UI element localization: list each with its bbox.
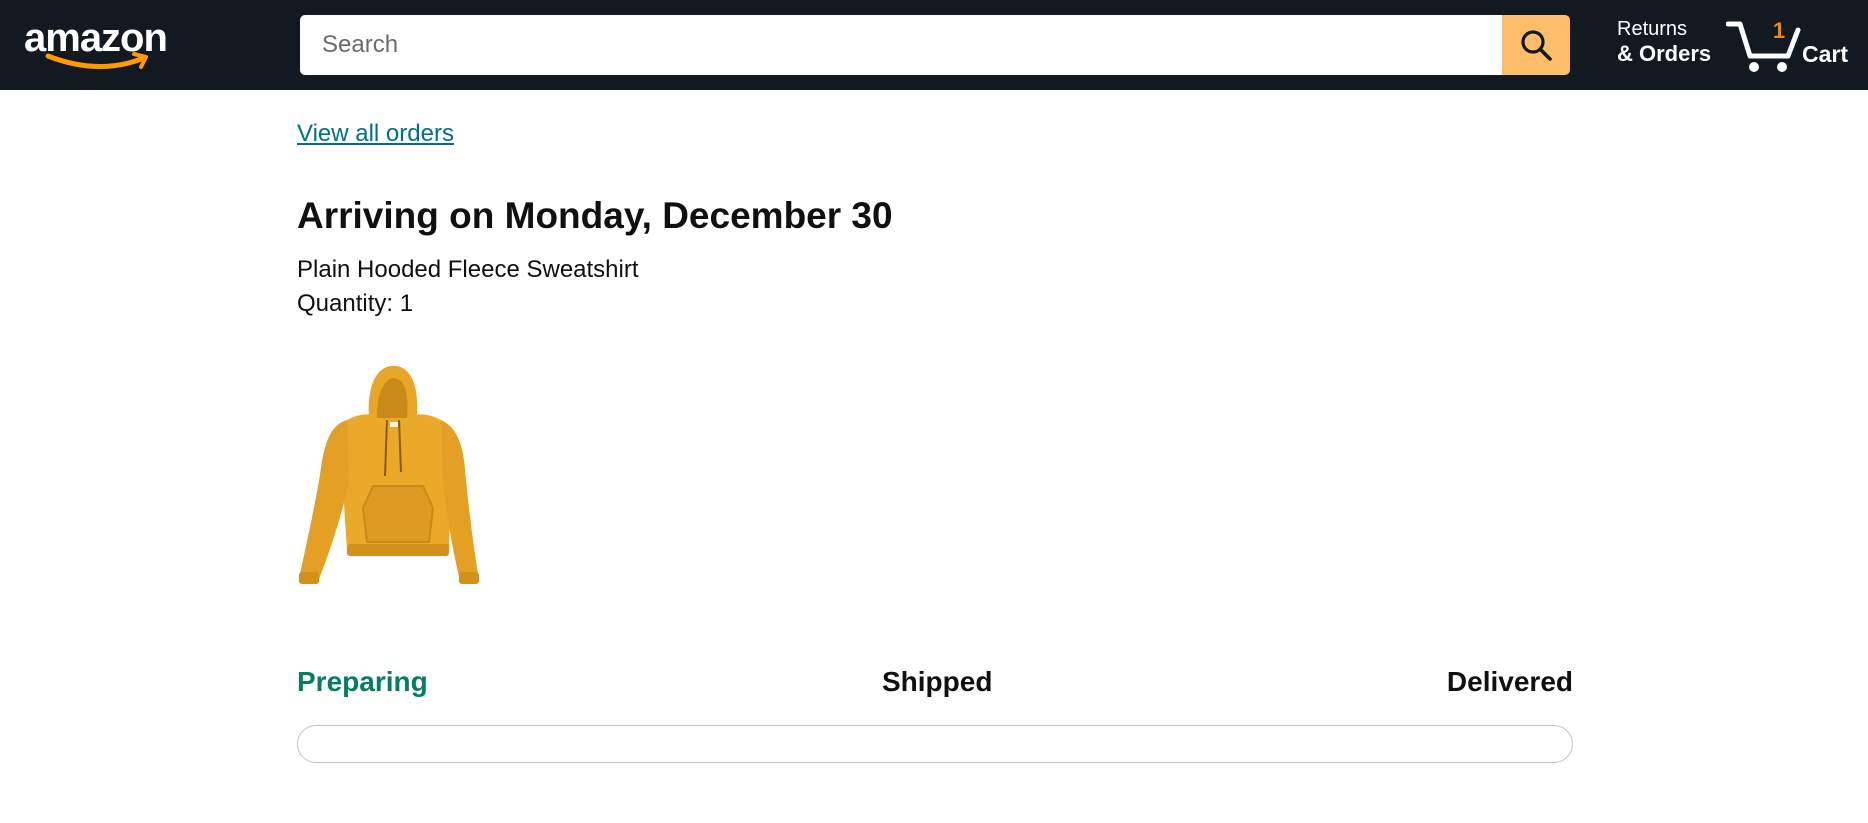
search-icon: [1521, 30, 1552, 61]
tracking-steps: Preparing Shipped Delivered: [297, 666, 1573, 706]
step-shipped: Shipped: [882, 666, 993, 697]
returns-label: Returns: [1617, 18, 1688, 40]
amazon-logo[interactable]: amazon: [24, 16, 176, 72]
arrival-heading: Arriving on Monday, December 30: [297, 195, 893, 236]
view-all-orders-link[interactable]: View all orders: [297, 120, 454, 148]
returns-orders-link[interactable]: Returns & Orders: [1617, 18, 1711, 66]
product-quantity: Quantity: 1: [297, 290, 414, 317]
cart-button[interactable]: 1 Cart: [1726, 16, 1861, 76]
top-nav-bar: amazon Returns & Orders 1 Cart: [0, 0, 1868, 90]
product-name: Plain Hooded Fleece Sweatshirt: [297, 256, 639, 283]
logo-smile-icon: [45, 52, 148, 70]
search-bar: [300, 15, 1570, 75]
cart-label: Cart: [1802, 41, 1849, 67]
step-delivered: Delivered: [1446, 666, 1573, 697]
cart-count: 1: [1772, 18, 1786, 43]
search-input[interactable]: [300, 15, 1502, 75]
orders-label: & Orders: [1617, 41, 1712, 66]
tracking-progress-bar: [297, 725, 1573, 763]
search-button[interactable]: [1502, 15, 1570, 75]
product-image-hoodie[interactable]: [297, 358, 481, 588]
step-preparing: Preparing: [297, 666, 428, 697]
